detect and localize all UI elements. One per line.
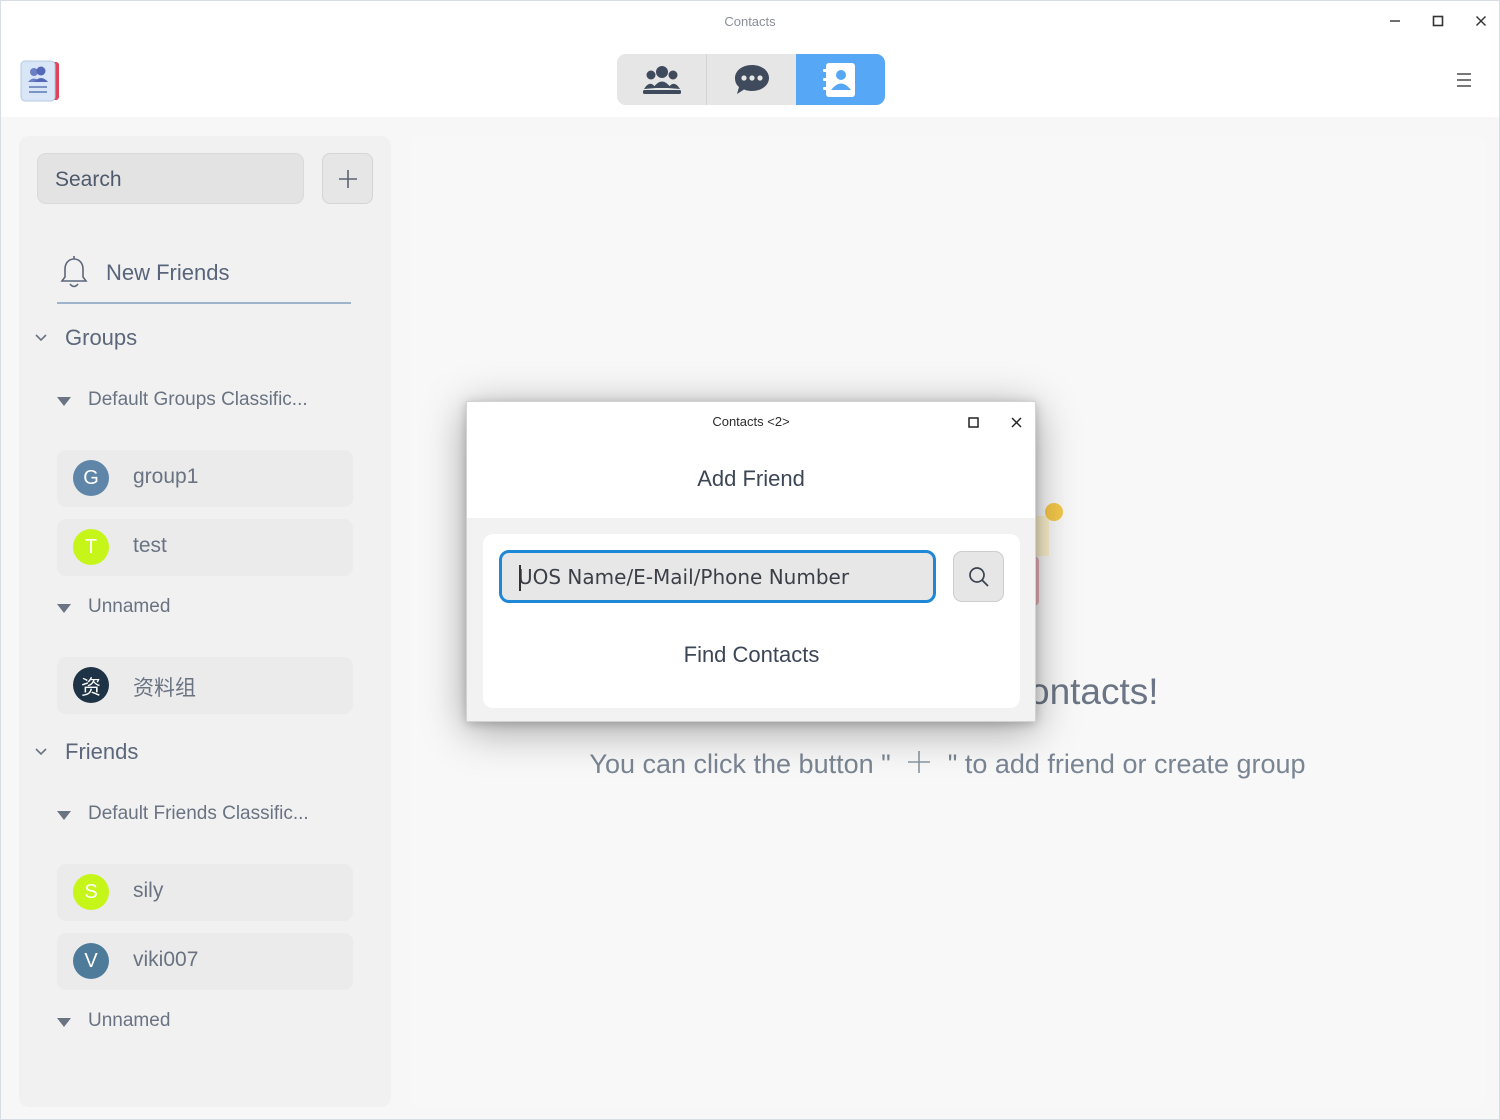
contacts-sidebar: Search New Friends Groups Default Groups… xyxy=(19,136,391,1107)
list-item[interactable]: S sily xyxy=(57,864,353,921)
close-icon xyxy=(1476,16,1486,26)
chevron-down-icon xyxy=(35,334,47,342)
subsection-label: Unnamed xyxy=(88,596,171,617)
list-item-name: viki007 xyxy=(133,948,199,971)
close-icon xyxy=(1011,417,1021,427)
maximize-icon xyxy=(967,416,979,428)
groups-label: Groups xyxy=(65,325,138,350)
dialog-title: Contacts <2> xyxy=(712,414,790,429)
tab-groups[interactable] xyxy=(617,54,707,105)
list-item-name: sily xyxy=(133,879,164,902)
window-title: Contacts xyxy=(724,14,776,29)
avatar: T xyxy=(73,529,109,565)
triangle-down-icon xyxy=(57,811,71,820)
tab-chat[interactable] xyxy=(706,54,796,105)
chevron-down-icon xyxy=(35,748,47,756)
avatar: G xyxy=(73,460,109,496)
find-contacts-button[interactable]: Find Contacts xyxy=(483,642,1020,668)
friend-search-input[interactable]: UOS Name/E-Mail/Phone Number xyxy=(499,550,936,603)
app-logo-icon xyxy=(19,59,61,103)
plus-icon xyxy=(338,169,357,188)
contacts-icon xyxy=(823,62,856,97)
list-item-name: 资料组 xyxy=(133,677,196,700)
empty-state-title: ontacts! xyxy=(1029,671,1159,712)
list-item[interactable]: V viki007 xyxy=(57,933,353,990)
subsection-label: Default Friends Classific... xyxy=(88,803,309,824)
list-item[interactable]: 资 资料组 xyxy=(57,657,353,714)
add-button[interactable] xyxy=(322,153,373,204)
avatar: S xyxy=(73,874,109,910)
maximize-button[interactable] xyxy=(1424,9,1452,33)
chat-icon xyxy=(734,64,769,94)
avatar-letter: 资 xyxy=(81,676,101,699)
triangle-down-icon xyxy=(57,397,71,406)
dialog-header: Contacts <2> Add Friend xyxy=(467,402,1035,518)
close-button[interactable] xyxy=(1467,9,1495,33)
plus-icon xyxy=(908,751,931,773)
search-input[interactable]: Search xyxy=(37,153,304,204)
friends-label: Friends xyxy=(65,739,139,764)
list-item[interactable]: T test xyxy=(57,519,353,576)
triangle-down-icon xyxy=(57,1018,71,1027)
list-item-name: test xyxy=(133,534,167,557)
avatar-letter: V xyxy=(84,949,98,972)
subsection-label: Unnamed xyxy=(88,1010,171,1031)
minimize-button[interactable] xyxy=(1381,9,1409,33)
new-friends-item[interactable]: New Friends xyxy=(57,246,351,304)
empty-state-hint: You can click the button " " to add frie… xyxy=(409,749,1486,780)
avatar-letter: T xyxy=(84,535,98,558)
main-menu-button[interactable] xyxy=(1451,69,1477,91)
avatar-letter: S xyxy=(84,880,98,903)
app-window: Contacts Search New Friends Groups Defau… xyxy=(0,0,1500,1120)
dialog-close-button[interactable] xyxy=(1004,411,1028,433)
list-item-name: group1 xyxy=(133,465,199,488)
minimize-icon xyxy=(1390,20,1400,22)
friend-search-button[interactable] xyxy=(953,551,1004,602)
triangle-down-icon xyxy=(57,604,71,613)
search-icon xyxy=(968,566,989,587)
hint-text-after: " to add friend or create group xyxy=(947,749,1306,779)
new-friends-label: New Friends xyxy=(106,260,230,285)
avatar: V xyxy=(73,943,109,979)
view-switcher xyxy=(617,54,885,105)
hamburger-menu-icon xyxy=(1457,73,1471,87)
dialog-maximize-button[interactable] xyxy=(961,411,985,433)
add-friend-dialog: Contacts <2> Add Friend UOS Name/E-Mail/… xyxy=(466,401,1036,722)
subsection-label: Default Groups Classific... xyxy=(88,389,308,410)
maximize-icon xyxy=(1432,15,1444,27)
avatar-letter: G xyxy=(83,466,99,489)
avatar: 资 xyxy=(73,667,109,703)
dialog-heading: Add Friend xyxy=(697,466,805,491)
tab-contacts[interactable] xyxy=(795,54,885,105)
list-item[interactable]: G group1 xyxy=(57,450,353,507)
friend-search-value: UOS Name/E-Mail/Phone Number xyxy=(518,565,850,589)
groups-icon xyxy=(642,65,681,94)
dialog-card: UOS Name/E-Mail/Phone Number Find Contac… xyxy=(483,534,1020,708)
text-caret xyxy=(519,565,521,591)
titlebar: Contacts xyxy=(1,1,1499,117)
bell-icon xyxy=(60,256,88,288)
hint-text-before: You can click the button " xyxy=(589,749,891,779)
